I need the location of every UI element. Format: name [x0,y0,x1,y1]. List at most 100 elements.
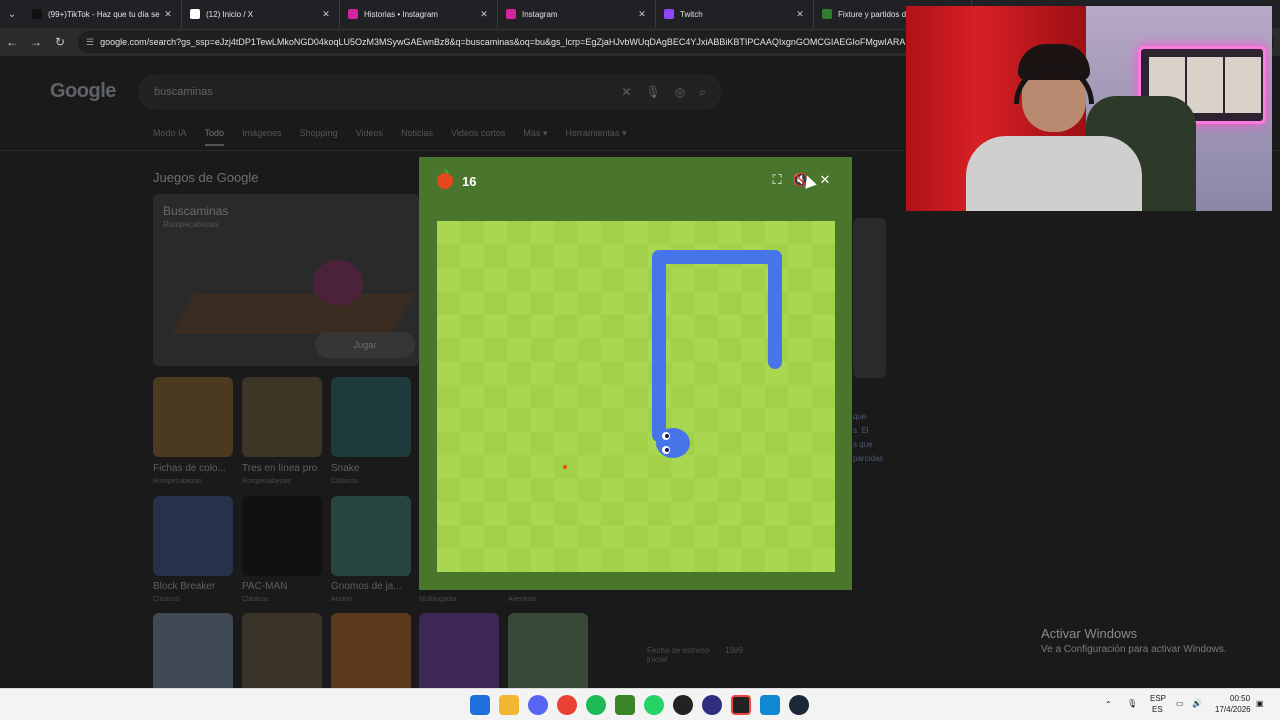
game-label[interactable]: Fichas de colo... [153,463,226,474]
game-tile-fichas[interactable] [153,377,233,457]
google-logo[interactable]: Google [50,80,116,103]
board-cell [530,455,555,480]
capcut-icon[interactable] [731,695,751,715]
game-tile[interactable] [331,613,411,693]
board-cell [483,384,508,409]
search-box[interactable]: buscaminas ✕ 🎙 ◎ ⌕ [138,74,722,110]
start-icon[interactable] [470,695,490,715]
app-icon[interactable] [673,695,693,715]
board-cell [483,338,508,362]
board-cell [811,314,835,339]
language-secondary[interactable]: ES [1152,705,1163,714]
board-cell [694,548,719,572]
app-icon[interactable] [760,695,780,715]
fixture-icon [822,9,832,19]
tab-close-icon[interactable]: ✕ [637,9,647,20]
browser-tab[interactable]: Historias • Instagram ✕ [340,0,498,28]
search-tab[interactable]: Imágenes [242,128,282,146]
board-cell [530,408,555,433]
board-cell [600,384,625,409]
search-tab[interactable]: Noticias [401,128,433,146]
minecraft-icon[interactable] [615,695,635,715]
tab-close-icon[interactable]: ✕ [321,9,331,20]
tab-close-icon[interactable]: ✕ [795,9,805,20]
tab-close-icon[interactable]: ✕ [479,9,489,20]
board-cell [554,548,578,572]
browser-tab[interactable]: Twitch ✕ [656,0,814,28]
snake-board[interactable] [437,221,835,572]
board-cell [788,291,813,316]
board-cell [694,314,719,339]
board-cell [671,361,696,386]
spotify-icon[interactable] [586,695,606,715]
game-tile-tres-en-linea[interactable] [242,377,322,457]
knowledge-panel-image[interactable] [853,218,886,378]
play-button[interactable]: Jugar [315,332,415,358]
search-icon[interactable]: ⌕ [699,85,706,100]
game-tile-pacman[interactable] [242,496,322,576]
tab-title: Historias • Instagram [364,9,438,19]
game-tile[interactable] [508,613,588,693]
game-tile-snake[interactable] [331,377,411,457]
game-tile[interactable] [242,613,322,693]
tray-chevron-icon[interactable]: ⌃ [1105,700,1112,709]
search-tab[interactable]: Shopping [300,128,338,146]
network-icon[interactable]: ▭ [1176,699,1184,708]
game-category: Rompecabezas [242,478,291,485]
search-tab[interactable]: Videos [356,128,383,146]
close-icon[interactable]: ✕ [814,169,836,191]
back-arrow-icon[interactable]: ← [0,35,24,49]
clock-time[interactable]: 00:50 [1230,694,1250,703]
search-tab[interactable]: Más ▾ [523,128,547,146]
search-tab[interactable]: Herramientas ▾ [565,128,626,146]
fullscreen-icon[interactable]: ⛶ [766,169,788,191]
discord-icon[interactable] [528,695,548,715]
file-explorer-icon[interactable] [499,695,519,715]
obs-icon[interactable] [702,695,722,715]
game-tile-gnomos[interactable] [331,496,411,576]
forward-arrow-icon[interactable]: → [24,35,48,49]
board-cell [694,221,719,245]
board-cell [671,455,696,480]
site-info-icon[interactable]: ☰ [86,37,94,48]
game-label[interactable]: Snake [331,463,359,474]
steam-icon[interactable] [789,695,809,715]
tab-close-icon[interactable]: ✕ [163,9,173,20]
game-tile-block-breaker[interactable] [153,496,233,576]
board-cell [507,408,532,433]
board-cell [788,244,813,269]
microphone-tray-icon[interactable]: 🎙 [1127,699,1137,708]
language-primary[interactable]: ESP [1150,694,1166,703]
camera-icon[interactable]: ◎ [675,85,685,99]
search-tab[interactable]: Todo [204,128,225,146]
whatsapp-icon[interactable] [644,695,664,715]
search-tab[interactable]: Modo IA [153,128,187,146]
reload-icon[interactable]: ↻ [48,35,72,49]
microphone-icon[interactable]: 🎙 [646,85,661,99]
snake-board-canvas[interactable] [437,221,835,572]
board-cell [460,384,485,409]
game-tile[interactable] [153,613,233,693]
board-cell [694,384,719,409]
search-tab[interactable]: Videos cortos [451,128,505,146]
board-cell [811,338,835,362]
game-label[interactable]: PAC-MAN [242,581,287,592]
featured-game-card[interactable]: Buscaminas Rompecabezas Jugar [153,194,419,366]
board-cell [507,338,532,362]
game-label[interactable]: Block Breaker [153,581,215,592]
game-tile[interactable] [419,613,499,693]
clear-icon[interactable]: ✕ [621,85,631,99]
game-label[interactable]: Tres en línea pro [242,463,317,474]
game-label[interactable]: Gnomos de ja... [331,581,402,592]
browser-tab[interactable]: (99+)TikTok - Haz que tu día se ✕ [24,0,182,28]
clock-date[interactable]: 17/4/2026 [1215,705,1251,714]
browser-tab[interactable]: Instagram ✕ [498,0,656,28]
board-cell [788,338,813,362]
volume-icon[interactable]: 🔊 [1192,699,1202,708]
chrome-icon[interactable] [557,695,577,715]
board-cell [717,361,742,386]
board-cell [554,408,578,433]
notification-icon[interactable]: ▣ [1256,699,1264,708]
browser-tab[interactable]: (12) Inicio / X ✕ [182,0,340,28]
tab-search-chevron-icon[interactable]: ⌄ [0,0,24,28]
